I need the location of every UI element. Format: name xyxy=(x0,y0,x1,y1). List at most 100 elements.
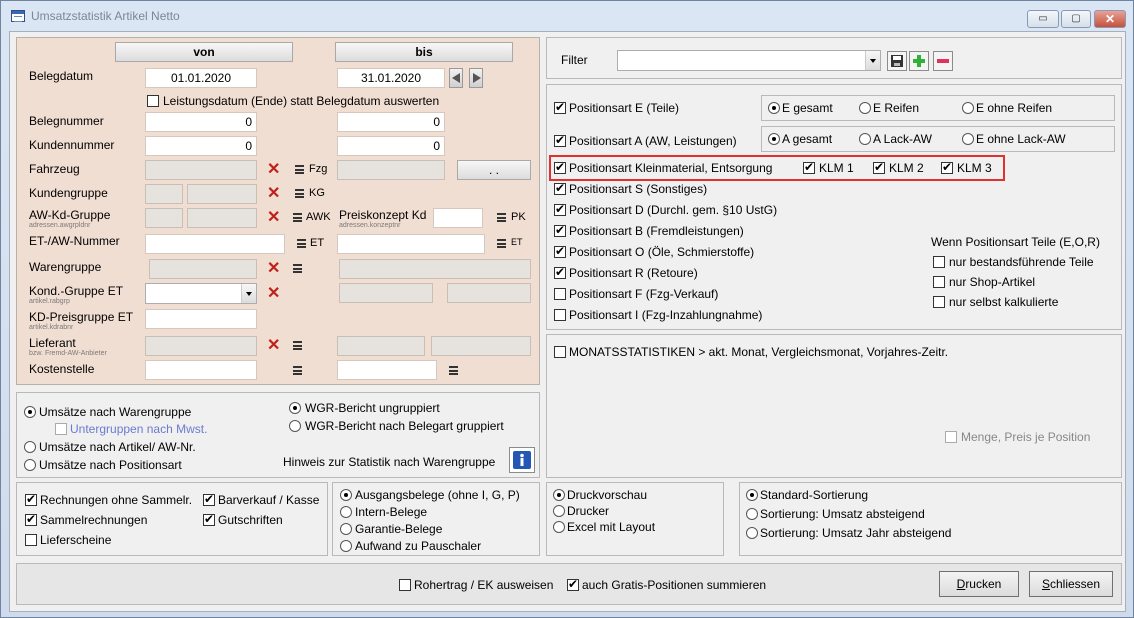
pos-o-checkbox[interactable] xyxy=(554,244,566,258)
pos-s-checkbox[interactable] xyxy=(554,181,566,195)
kond-gruppe-von-input[interactable] xyxy=(339,283,433,303)
lieferant-clear-icon[interactable]: ✕ xyxy=(267,338,280,354)
preiskonzept-input[interactable] xyxy=(433,208,483,228)
kostenstelle-bis-input[interactable] xyxy=(337,360,437,380)
fahrzeug-more-button[interactable]: . . xyxy=(457,160,531,180)
date-prev-button[interactable] xyxy=(449,68,463,88)
pos-r-checkbox[interactable] xyxy=(554,265,566,279)
gutschriften-checkbox[interactable] xyxy=(203,512,215,526)
leistungsdatum-checkbox[interactable] xyxy=(147,95,159,107)
shop-checkbox[interactable] xyxy=(933,276,945,288)
belegnummer-bis-input[interactable]: 0 xyxy=(337,112,445,132)
et-aw-nummer-list-icon[interactable] xyxy=(297,239,306,248)
save-filter-button[interactable] xyxy=(887,51,907,71)
close-button[interactable]: ✕ xyxy=(1094,10,1126,28)
sammel-checkbox[interactable] xyxy=(25,512,37,526)
pos-i-checkbox[interactable] xyxy=(554,309,566,321)
col-bis-header[interactable]: bis xyxy=(335,42,513,62)
standard-sort-radio[interactable] xyxy=(746,489,758,501)
pos-e-checkbox[interactable] xyxy=(554,100,566,114)
ausgangsbelege-radio[interactable] xyxy=(340,489,352,501)
et-aw-nummer-bis-input[interactable] xyxy=(337,234,485,254)
aw-kd-gruppe-list-icon[interactable] xyxy=(293,213,302,222)
fahrzeug-bis-input[interactable] xyxy=(337,160,445,180)
kundengruppe-list-icon[interactable] xyxy=(295,189,304,198)
fahrzeug-von-input[interactable] xyxy=(145,160,257,180)
kundennummer-von-input[interactable]: 0 xyxy=(145,136,257,156)
wgr-ungrupp-radio[interactable] xyxy=(289,402,301,414)
pos-a-checkbox[interactable] xyxy=(554,133,566,147)
warengruppe-clear-icon[interactable]: ✕ xyxy=(267,261,280,277)
a-gesamt-radio[interactable] xyxy=(768,133,780,145)
kostenstelle-bis-list-icon[interactable] xyxy=(449,366,458,375)
lieferant-extra-input[interactable] xyxy=(431,336,531,356)
garantie-radio[interactable] xyxy=(340,523,352,535)
belegdatum-bis-input[interactable]: 31.01.2020 xyxy=(337,68,445,88)
kond-gruppe-bis-input[interactable] xyxy=(447,283,531,303)
lieferant-bis-input[interactable] xyxy=(337,336,425,356)
schliessen-button[interactable]: Schliessen xyxy=(1029,571,1113,597)
date-next-button[interactable] xyxy=(469,68,483,88)
umsatz-artikel-radio[interactable] xyxy=(24,441,36,453)
et-aw-nummer-bis-list-icon[interactable] xyxy=(497,239,506,248)
warengruppe-bis-input[interactable] xyxy=(339,259,531,279)
gratis-checkbox[interactable] xyxy=(567,577,579,591)
drucken-button[interactable]: Drucken xyxy=(939,571,1019,597)
rechnungen-checkbox[interactable] xyxy=(25,492,37,506)
lieferscheine-checkbox[interactable] xyxy=(25,534,37,546)
klm2-checkbox[interactable] xyxy=(873,160,885,174)
kond-gruppe-select[interactable] xyxy=(145,283,257,304)
rohertrag-checkbox[interactable] xyxy=(399,579,411,591)
kd-preisgruppe-input[interactable] xyxy=(145,309,257,329)
wgr-belegart-radio[interactable] xyxy=(289,420,301,432)
a-lack-radio[interactable] xyxy=(859,133,871,145)
klm3-checkbox[interactable] xyxy=(941,160,953,174)
e-ohne-lack-radio[interactable] xyxy=(962,133,974,145)
filter-select[interactable] xyxy=(617,50,881,71)
aw-kd-gruppe-von-input[interactable] xyxy=(145,208,183,228)
e-ohne-reifen-radio[interactable] xyxy=(962,102,974,114)
drucker-radio[interactable] xyxy=(553,505,565,517)
pos-f-checkbox[interactable] xyxy=(554,288,566,300)
aufwand-radio[interactable] xyxy=(340,540,352,552)
umsatz-jahr-sort-radio[interactable] xyxy=(746,527,758,539)
kundennummer-bis-input[interactable]: 0 xyxy=(337,136,445,156)
e-reifen-radio[interactable] xyxy=(859,102,871,114)
fahrzeug-list-icon[interactable] xyxy=(295,165,304,174)
monat-checkbox[interactable] xyxy=(554,346,566,358)
umsatz-sort-radio[interactable] xyxy=(746,508,758,520)
pos-b-checkbox[interactable] xyxy=(554,223,566,237)
preiskonzept-list-icon[interactable] xyxy=(497,213,506,222)
kostenstelle-list-icon[interactable] xyxy=(293,366,302,375)
kundengruppe-bis-input[interactable] xyxy=(187,184,257,204)
klm1-checkbox[interactable] xyxy=(803,160,815,174)
warengruppe-list-icon[interactable] xyxy=(293,264,302,273)
lieferant-von-input[interactable] xyxy=(145,336,257,356)
belegnummer-von-input[interactable]: 0 xyxy=(145,112,257,132)
lieferant-list-icon[interactable] xyxy=(293,341,302,350)
druckvorschau-radio[interactable] xyxy=(553,489,565,501)
chevron-down-icon[interactable] xyxy=(865,51,880,70)
minimize-button[interactable]: ▭ xyxy=(1027,10,1059,28)
untergruppen-checkbox[interactable] xyxy=(55,423,67,435)
et-aw-nummer-von-input[interactable] xyxy=(145,234,285,254)
kundengruppe-clear-icon[interactable]: ✕ xyxy=(267,186,280,202)
selbst-checkbox[interactable] xyxy=(933,296,945,308)
col-von-header[interactable]: von xyxy=(115,42,293,62)
title-bar[interactable]: Umsatzstatistik Artikel Netto ▭ ▢ ✕ xyxy=(1,1,1133,29)
kostenstelle-von-input[interactable] xyxy=(145,360,257,380)
remove-filter-button[interactable] xyxy=(933,51,953,71)
intern-radio[interactable] xyxy=(340,506,352,518)
add-filter-button[interactable] xyxy=(909,51,929,71)
umsatz-warengruppe-radio[interactable] xyxy=(24,406,36,418)
barverkauf-checkbox[interactable] xyxy=(203,492,215,506)
umsatz-positionsart-radio[interactable] xyxy=(24,459,36,471)
bestand-checkbox[interactable] xyxy=(933,256,945,268)
belegdatum-von-input[interactable]: 01.01.2020 xyxy=(145,68,257,88)
pos-klein-checkbox[interactable] xyxy=(554,160,566,174)
kundengruppe-von-input[interactable] xyxy=(145,184,183,204)
pos-d-checkbox[interactable] xyxy=(554,202,566,216)
chevron-down-icon[interactable] xyxy=(241,284,256,303)
e-gesamt-radio[interactable] xyxy=(768,102,780,114)
menge-checkbox[interactable] xyxy=(945,431,957,443)
